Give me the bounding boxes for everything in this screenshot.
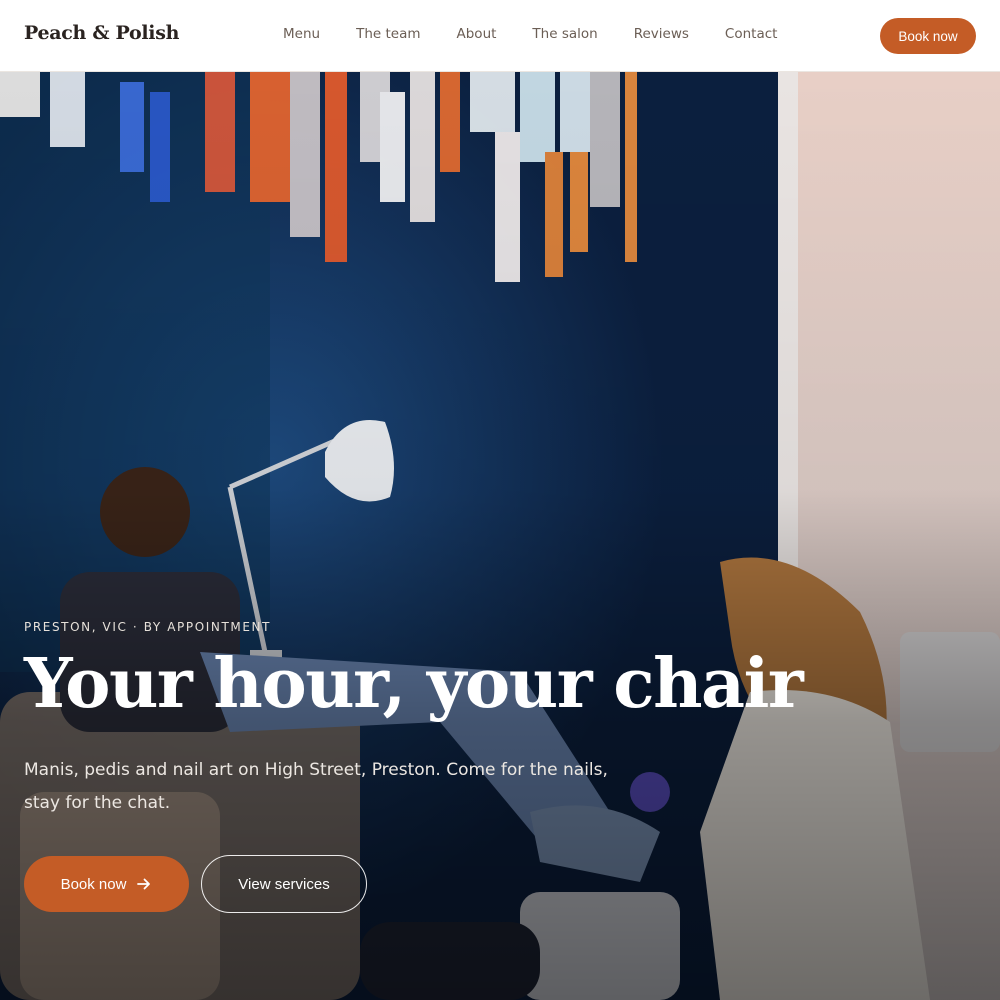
arrow-right-icon [136, 876, 152, 892]
nav-link-the-salon[interactable]: The salon [532, 26, 597, 42]
nav-link-the-team[interactable]: The team [356, 26, 420, 42]
site-header: Peach & Polish Menu The team About The s… [0, 0, 1000, 72]
main-nav: Menu The team About The salon Reviews Co… [283, 26, 813, 42]
nav-link-reviews[interactable]: Reviews [634, 26, 689, 42]
nav-link-about[interactable]: About [457, 26, 497, 42]
hero-eyebrow: PRESTON, VIC · BY APPOINTMENT [24, 620, 272, 634]
nav-link-contact[interactable]: Contact [725, 26, 778, 42]
hero-book-now-button[interactable]: Book now [24, 856, 189, 912]
hero-book-now-label: Book now [60, 875, 127, 893]
hero-section: PRESTON, VIC · BY APPOINTMENT Your hour,… [0, 72, 1000, 1000]
nav-link-menu[interactable]: Menu [283, 26, 320, 42]
hero-headline: Your hour, your chair [24, 644, 804, 724]
header-book-now-button[interactable]: Book now [880, 18, 976, 54]
logo[interactable]: Peach & Polish [24, 22, 179, 44]
hero-subtext: Manis, pedis and nail art on High Street… [24, 760, 608, 813]
view-services-button[interactable]: View services [201, 855, 367, 913]
